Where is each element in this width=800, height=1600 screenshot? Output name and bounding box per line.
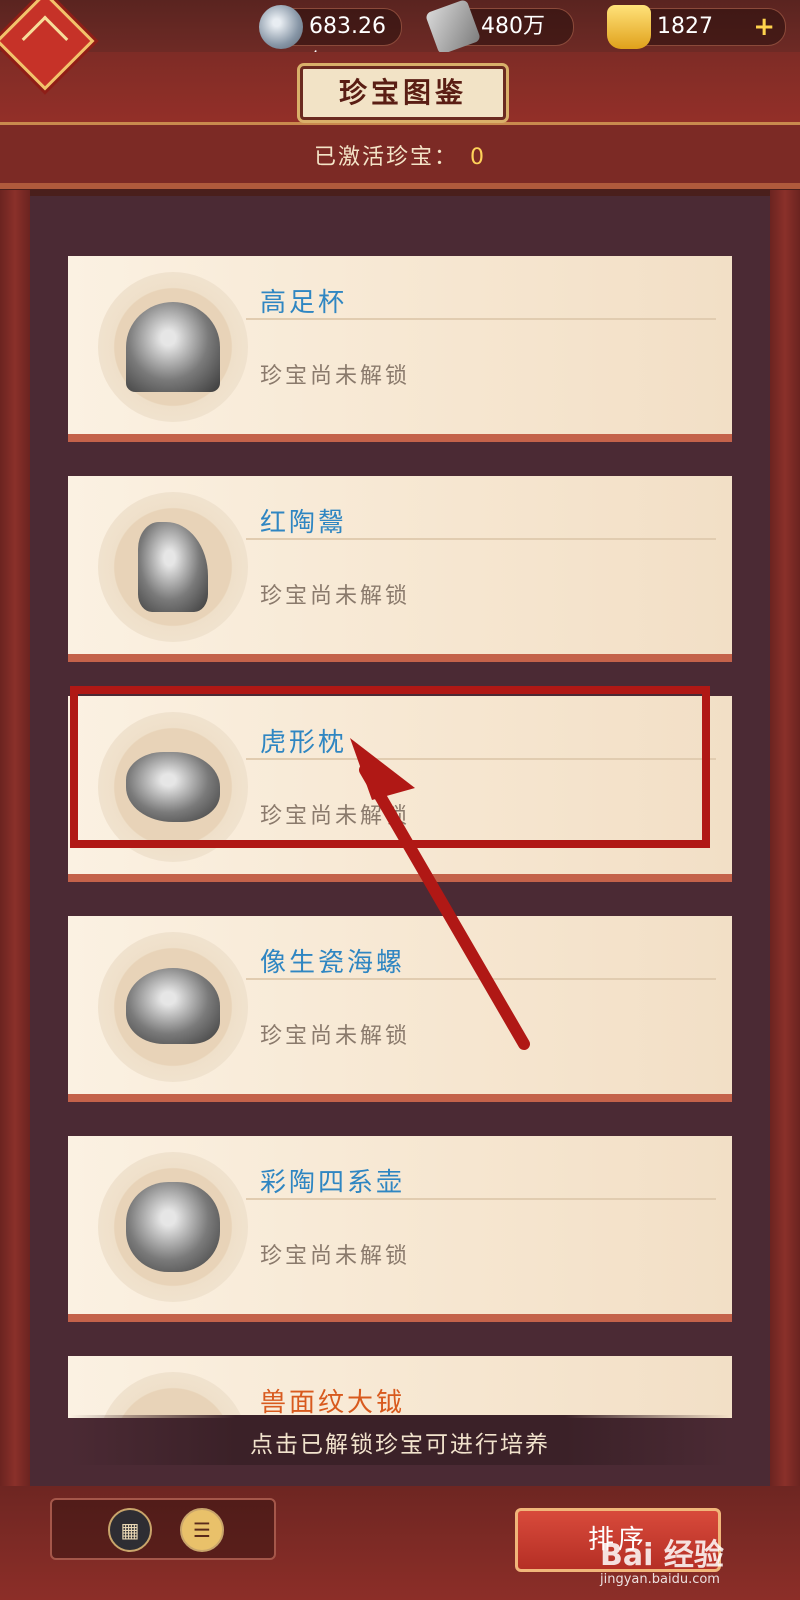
- hint-text: 点击已解锁珍宝可进行培养: [250, 1432, 550, 1458]
- watermark: Bai 经验 jingyan.baidu.com: [600, 1530, 724, 1587]
- annotation-arrow: [350, 738, 530, 1050]
- watermark-brand: Bai 经验: [600, 1538, 724, 1573]
- back-arrow-icon: [21, 15, 69, 63]
- view-toggle: ▦ ☰: [50, 1498, 276, 1560]
- list-view-icon[interactable]: ☰: [180, 1508, 224, 1552]
- hint-bar: 点击已解锁珍宝可进行培养: [70, 1415, 730, 1465]
- watermark-url: jingyan.baidu.com: [600, 1572, 720, 1587]
- grid-view-icon[interactable]: ▦: [108, 1508, 152, 1552]
